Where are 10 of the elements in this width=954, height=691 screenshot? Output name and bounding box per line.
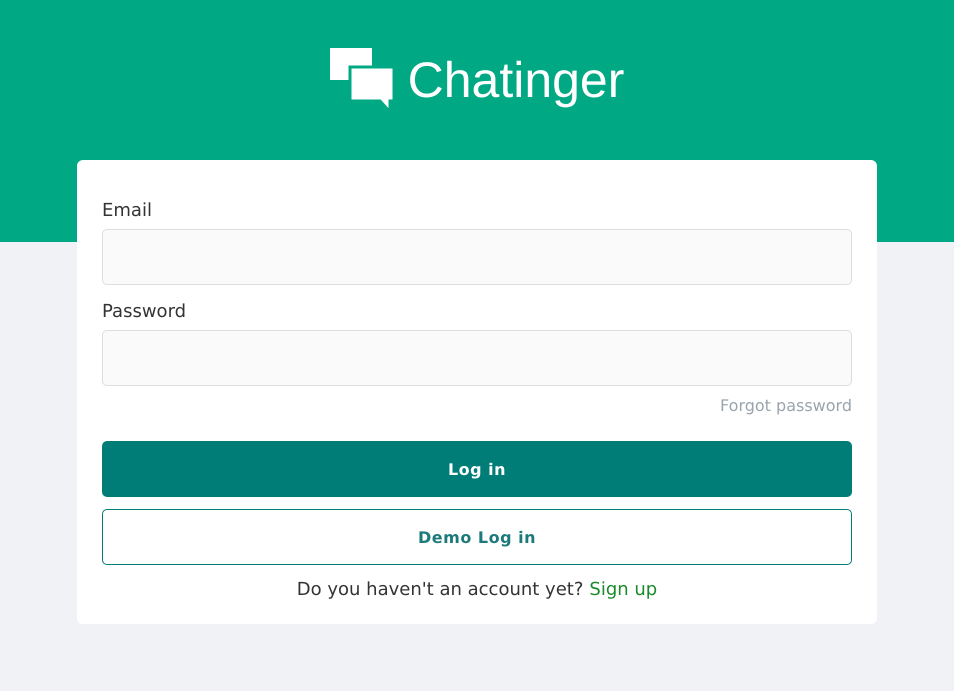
brand-name: Chatinger — [408, 51, 624, 109]
input-field[interactable] — [102, 330, 852, 386]
input-field[interactable] — [102, 229, 852, 285]
demo-login-button[interactable]: Demo Log in — [102, 509, 852, 565]
field-label: Password — [102, 301, 188, 322]
signup-link[interactable]: Sign up — [589, 579, 658, 600]
login-button[interactable]: Log in — [102, 441, 852, 497]
signup-prompt: Do you haven't an account yet? — [296, 579, 584, 600]
field-label: Email — [102, 200, 153, 221]
forgot-password-link[interactable]: Forgot password — [720, 396, 852, 415]
